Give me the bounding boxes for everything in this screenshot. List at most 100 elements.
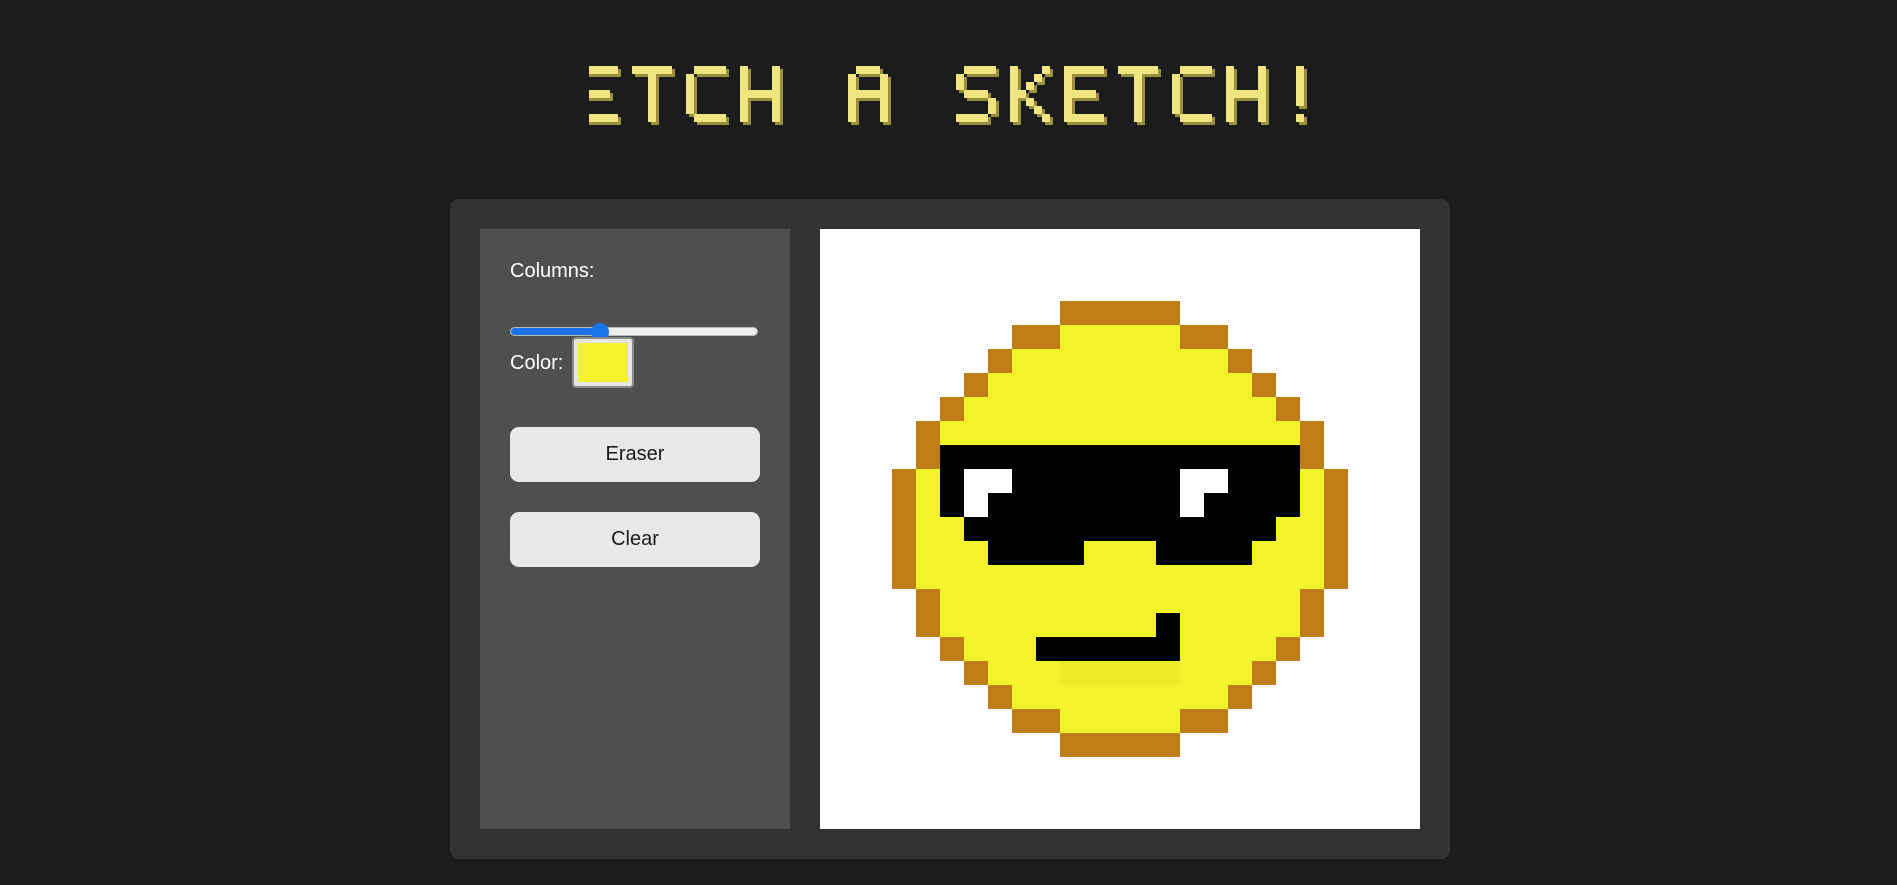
grid-cell[interactable] (1324, 421, 1349, 446)
grid-cell[interactable] (1036, 277, 1061, 302)
grid-cell[interactable] (892, 445, 917, 470)
grid-cell[interactable] (1396, 805, 1420, 829)
grid-cell[interactable] (940, 349, 965, 374)
grid-cell[interactable] (1156, 541, 1181, 566)
grid-cell[interactable] (844, 397, 869, 422)
grid-cell[interactable] (940, 277, 965, 302)
grid-cell[interactable] (1180, 253, 1205, 278)
grid-cell[interactable] (1108, 805, 1133, 829)
grid-cell[interactable] (1396, 541, 1420, 566)
grid-cell[interactable] (988, 541, 1013, 566)
grid-cell[interactable] (820, 277, 845, 302)
grid-cell[interactable] (940, 565, 965, 590)
grid-cell[interactable] (1108, 277, 1133, 302)
grid-cell[interactable] (1012, 325, 1037, 350)
grid-cell[interactable] (1252, 373, 1277, 398)
grid-cell[interactable] (1084, 469, 1109, 494)
grid-cell[interactable] (1324, 325, 1349, 350)
grid-cell[interactable] (964, 757, 989, 782)
grid-cell[interactable] (1228, 781, 1253, 806)
grid-cell[interactable] (1036, 517, 1061, 542)
grid-cell[interactable] (1372, 757, 1397, 782)
grid-cell[interactable] (868, 757, 893, 782)
grid-cell[interactable] (1324, 661, 1349, 686)
grid-cell[interactable] (1036, 421, 1061, 446)
grid-cell[interactable] (1060, 301, 1085, 326)
grid-cell[interactable] (1156, 349, 1181, 374)
grid-cell[interactable] (1084, 229, 1109, 254)
grid-cell[interactable] (1396, 397, 1420, 422)
grid-cell[interactable] (940, 685, 965, 710)
grid-cell[interactable] (844, 589, 869, 614)
grid-cell[interactable] (1204, 253, 1229, 278)
grid-cell[interactable] (892, 421, 917, 446)
grid-cell[interactable] (1012, 613, 1037, 638)
grid-cell[interactable] (1348, 685, 1373, 710)
grid-cell[interactable] (1276, 421, 1301, 446)
grid-cell[interactable] (1372, 661, 1397, 686)
grid-cell[interactable] (964, 325, 989, 350)
grid-cell[interactable] (1324, 613, 1349, 638)
grid-cell[interactable] (1372, 421, 1397, 446)
grid-cell[interactable] (1108, 781, 1133, 806)
grid-cell[interactable] (1276, 541, 1301, 566)
grid-cell[interactable] (868, 805, 893, 829)
grid-cell[interactable] (868, 493, 893, 518)
grid-cell[interactable] (1108, 661, 1133, 686)
grid-cell[interactable] (1276, 373, 1301, 398)
grid-cell[interactable] (1060, 589, 1085, 614)
grid-cell[interactable] (1180, 517, 1205, 542)
grid-cell[interactable] (964, 733, 989, 758)
grid-cell[interactable] (1228, 301, 1253, 326)
grid-cell[interactable] (1060, 541, 1085, 566)
grid-cell[interactable] (844, 301, 869, 326)
grid-cell[interactable] (1036, 373, 1061, 398)
grid-cell[interactable] (1012, 565, 1037, 590)
grid-cell[interactable] (1228, 397, 1253, 422)
grid-cell[interactable] (820, 589, 845, 614)
grid-cell[interactable] (892, 349, 917, 374)
grid-cell[interactable] (1372, 613, 1397, 638)
grid-cell[interactable] (820, 661, 845, 686)
grid-cell[interactable] (940, 445, 965, 470)
grid-cell[interactable] (844, 253, 869, 278)
columns-slider[interactable] (510, 323, 758, 341)
grid-cell[interactable] (1228, 421, 1253, 446)
grid-cell[interactable] (1108, 637, 1133, 662)
grid-cell[interactable] (1300, 229, 1325, 254)
grid-cell[interactable] (1204, 757, 1229, 782)
grid-cell[interactable] (1084, 733, 1109, 758)
grid-cell[interactable] (1180, 589, 1205, 614)
grid-cell[interactable] (1396, 229, 1420, 254)
grid-cell[interactable] (1180, 805, 1205, 829)
grid-cell[interactable] (1204, 637, 1229, 662)
grid-cell[interactable] (1276, 637, 1301, 662)
grid-cell[interactable] (1300, 661, 1325, 686)
grid-cell[interactable] (1204, 517, 1229, 542)
grid-cell[interactable] (1156, 781, 1181, 806)
grid-cell[interactable] (1084, 445, 1109, 470)
grid-cell[interactable] (820, 301, 845, 326)
grid-cell[interactable] (1060, 421, 1085, 446)
grid-cell[interactable] (1276, 301, 1301, 326)
grid-cell[interactable] (1084, 541, 1109, 566)
grid-cell[interactable] (1348, 637, 1373, 662)
grid-cell[interactable] (1132, 733, 1157, 758)
grid-cell[interactable] (1348, 661, 1373, 686)
grid-cell[interactable] (1300, 277, 1325, 302)
grid-cell[interactable] (844, 781, 869, 806)
grid-cell[interactable] (1348, 589, 1373, 614)
grid-cell[interactable] (1276, 661, 1301, 686)
grid-cell[interactable] (1132, 661, 1157, 686)
grid-cell[interactable] (1372, 733, 1397, 758)
grid-cell[interactable] (940, 493, 965, 518)
grid-cell[interactable] (964, 229, 989, 254)
grid-cell[interactable] (916, 733, 941, 758)
grid-cell[interactable] (1036, 637, 1061, 662)
grid-cell[interactable] (892, 637, 917, 662)
grid-cell[interactable] (1084, 493, 1109, 518)
grid-cell[interactable] (1324, 229, 1349, 254)
grid-cell[interactable] (868, 373, 893, 398)
grid-cell[interactable] (940, 709, 965, 734)
grid-cell[interactable] (820, 493, 845, 518)
